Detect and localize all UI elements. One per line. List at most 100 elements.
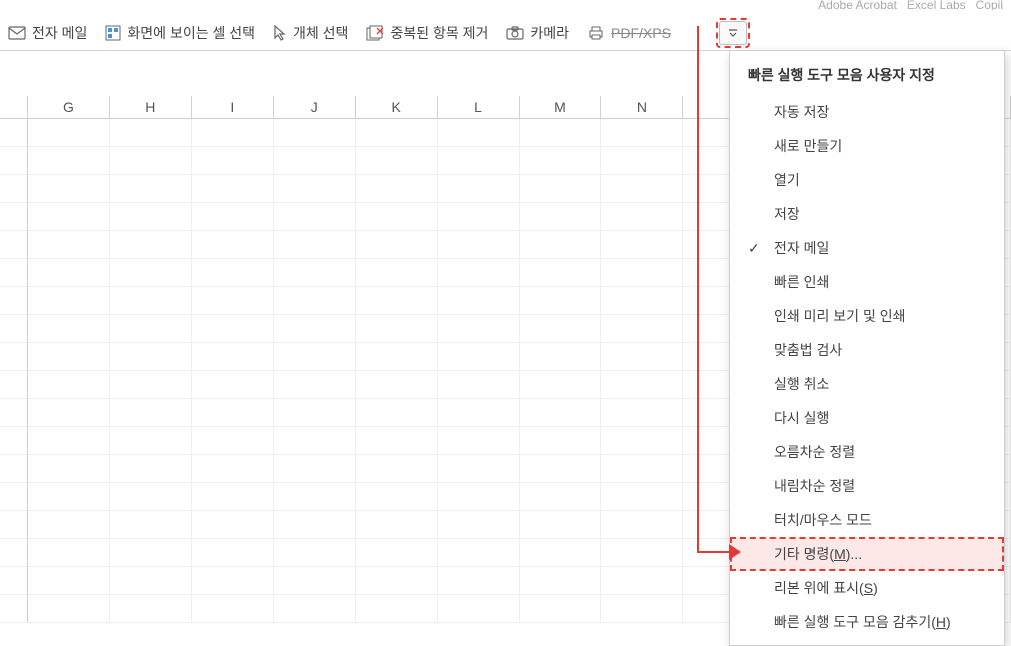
cell[interactable]	[110, 175, 192, 203]
row-header[interactable]	[0, 315, 28, 343]
cell[interactable]	[601, 399, 683, 427]
row-header[interactable]	[0, 259, 28, 287]
cell[interactable]	[274, 371, 356, 399]
cell[interactable]	[601, 343, 683, 371]
cell[interactable]	[28, 203, 110, 231]
cell[interactable]	[601, 427, 683, 455]
cell[interactable]	[601, 287, 683, 315]
cell[interactable]	[110, 595, 192, 623]
menu-item[interactable]: 저장	[730, 197, 1004, 231]
cell[interactable]	[438, 483, 520, 511]
cell[interactable]	[356, 399, 438, 427]
cell[interactable]	[356, 287, 438, 315]
cell[interactable]	[274, 455, 356, 483]
cell[interactable]	[601, 119, 683, 147]
menu-item[interactable]: 오름차순 정렬	[730, 435, 1004, 469]
cell[interactable]	[274, 399, 356, 427]
cell[interactable]	[601, 539, 683, 567]
cell[interactable]	[192, 595, 274, 623]
cell[interactable]	[520, 287, 602, 315]
select-visible-cells-button[interactable]: 화면에 보이는 셀 선택	[105, 23, 255, 43]
cell[interactable]	[356, 119, 438, 147]
cell[interactable]	[274, 539, 356, 567]
cell[interactable]	[192, 119, 274, 147]
cell[interactable]	[28, 427, 110, 455]
cell[interactable]	[274, 427, 356, 455]
cell[interactable]	[601, 371, 683, 399]
cell[interactable]	[274, 231, 356, 259]
row-header[interactable]	[0, 203, 28, 231]
cell[interactable]	[110, 147, 192, 175]
cell[interactable]	[520, 427, 602, 455]
cell[interactable]	[356, 567, 438, 595]
cell[interactable]	[520, 315, 602, 343]
column-header[interactable]: N	[601, 96, 683, 118]
row-header[interactable]	[0, 455, 28, 483]
column-header[interactable]: G	[28, 96, 110, 118]
menu-item[interactable]: 내림차순 정렬	[730, 469, 1004, 503]
menu-item[interactable]: 빠른 인쇄	[730, 265, 1004, 299]
cell[interactable]	[520, 231, 602, 259]
cell[interactable]	[28, 231, 110, 259]
cell[interactable]	[192, 567, 274, 595]
row-header[interactable]	[0, 399, 28, 427]
cell[interactable]	[356, 231, 438, 259]
cell[interactable]	[274, 203, 356, 231]
row-header[interactable]	[0, 371, 28, 399]
cell[interactable]	[438, 175, 520, 203]
cell[interactable]	[601, 567, 683, 595]
pdf-xps-button[interactable]: PDF/XPS	[587, 25, 671, 41]
cell[interactable]	[110, 203, 192, 231]
cell[interactable]	[274, 287, 356, 315]
ribbon-tab-excel-labs[interactable]: Excel Labs	[907, 0, 966, 10]
cell[interactable]	[192, 287, 274, 315]
cell[interactable]	[28, 259, 110, 287]
remove-duplicates-button[interactable]: 중복된 항목 제거	[366, 23, 488, 43]
row-header[interactable]	[0, 427, 28, 455]
cell[interactable]	[356, 343, 438, 371]
cell[interactable]	[192, 203, 274, 231]
cell[interactable]	[274, 595, 356, 623]
cell[interactable]	[274, 567, 356, 595]
cell[interactable]	[274, 483, 356, 511]
cell[interactable]	[520, 567, 602, 595]
cell[interactable]	[520, 147, 602, 175]
menu-item[interactable]: 열기	[730, 163, 1004, 197]
cell[interactable]	[438, 147, 520, 175]
cell[interactable]	[438, 287, 520, 315]
cell[interactable]	[601, 203, 683, 231]
cell[interactable]	[520, 483, 602, 511]
cell[interactable]	[28, 371, 110, 399]
cell[interactable]	[192, 343, 274, 371]
cell[interactable]	[438, 511, 520, 539]
row-header[interactable]	[0, 147, 28, 175]
cell[interactable]	[110, 455, 192, 483]
cell[interactable]	[28, 511, 110, 539]
cell[interactable]	[110, 259, 192, 287]
row-header[interactable]	[0, 287, 28, 315]
cell[interactable]	[274, 147, 356, 175]
cell[interactable]	[438, 595, 520, 623]
cell[interactable]	[520, 259, 602, 287]
cell[interactable]	[356, 511, 438, 539]
cell[interactable]	[356, 427, 438, 455]
menu-item[interactable]: 맞춤법 검사	[730, 333, 1004, 367]
cell[interactable]	[520, 175, 602, 203]
cell[interactable]	[601, 455, 683, 483]
customize-qat-dropdown-button[interactable]	[719, 21, 747, 45]
cell[interactable]	[601, 595, 683, 623]
column-header[interactable]: H	[110, 96, 192, 118]
cell[interactable]	[110, 343, 192, 371]
row-header[interactable]	[0, 567, 28, 595]
cell[interactable]	[274, 343, 356, 371]
menu-item[interactable]: 리본 위에 표시(S)	[730, 571, 1004, 605]
cell[interactable]	[356, 483, 438, 511]
row-header[interactable]	[0, 119, 28, 147]
cell[interactable]	[28, 595, 110, 623]
camera-button[interactable]: 카메라	[506, 23, 569, 43]
cell[interactable]	[274, 175, 356, 203]
menu-item[interactable]: 실행 취소	[730, 367, 1004, 401]
cell[interactable]	[28, 539, 110, 567]
select-all-corner[interactable]	[0, 96, 28, 118]
cell[interactable]	[192, 175, 274, 203]
